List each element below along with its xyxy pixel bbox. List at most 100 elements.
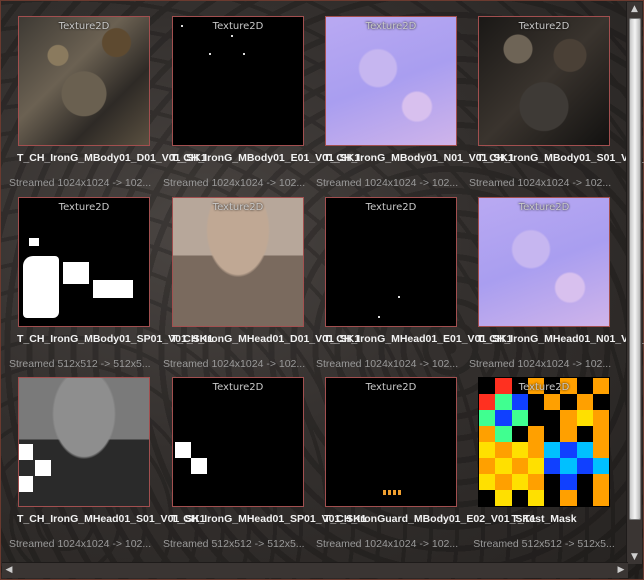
checker-cell — [592, 426, 609, 442]
asset-name: T_Test_Mask — [511, 513, 577, 525]
asset-type-label: Texture2D — [518, 202, 570, 213]
mask-shape — [23, 256, 59, 318]
checker-cell — [527, 426, 544, 442]
checker-cell — [495, 442, 512, 458]
checker-cell — [479, 442, 496, 458]
scrollbar-thumb[interactable] — [629, 18, 641, 520]
checker-cell — [576, 426, 593, 442]
emissive-spot — [209, 53, 211, 55]
checker-cell — [495, 410, 512, 426]
texture-thumbnail[interactable]: Texture2D — [325, 377, 457, 507]
checker-cell — [544, 458, 561, 474]
checker-cell — [592, 410, 609, 426]
checker-cell — [592, 490, 609, 506]
checker-cell — [544, 442, 561, 458]
vertical-scrollbar[interactable]: ▲ ▼ — [626, 2, 642, 564]
scroll-up-icon[interactable]: ▲ — [627, 2, 642, 16]
checker-cell — [495, 474, 512, 490]
checker-cell — [544, 490, 561, 506]
mask-shape — [93, 280, 133, 298]
mask-shape — [191, 458, 207, 474]
checker-cell — [527, 442, 544, 458]
checker-cell — [495, 426, 512, 442]
mask-shape — [29, 238, 39, 246]
asset-name: T_CH_IronG_MBody01_SP01_V01_SK1 — [17, 333, 214, 345]
checker-cell — [576, 458, 593, 474]
asset-type-label: Texture2D — [365, 382, 417, 393]
scroll-left-icon[interactable]: ◀ — [2, 563, 16, 578]
asset-tile[interactable]: Texture2D T_CH_IronG_MHead01_SP01_V01_SK… — [163, 376, 367, 554]
texture-thumbnail[interactable]: Texture2D — [325, 197, 457, 327]
emissive-spot — [231, 35, 233, 37]
asset-type-label: Texture2D — [365, 21, 417, 32]
asset-tile[interactable]: Texture2D T_CH_IronG_MBody01_SP01_V01_SK… — [9, 196, 214, 374]
texture-thumbnail[interactable]: Texture2D — [478, 16, 610, 146]
texture-thumbnail[interactable]: Texture2D — [478, 197, 610, 327]
content-browser: Texture2D T_CH_IronG_MBody01_D01_V01_SK1… — [0, 0, 644, 580]
asset-meta: Streamed 1024x1024 -> 102... — [163, 358, 306, 370]
mask-shape — [19, 444, 33, 460]
asset-tile[interactable]: Texture2D T_CH_IronGuard_MBody01_E02_V01… — [316, 376, 536, 554]
asset-type-label: Texture2D — [518, 382, 570, 393]
checker-cell — [560, 442, 577, 458]
checker-cell — [560, 458, 577, 474]
checker-cell — [511, 410, 528, 426]
asset-tile[interactable]: Texture2D T_CH_IronG_MHead01_D01_V01_SK1… — [163, 196, 360, 374]
checker-grid — [479, 378, 609, 506]
asset-tile[interactable]: Texture2D T_CH_IronG_MHead01_E01_V01_SK1… — [316, 196, 513, 374]
scroll-down-icon[interactable]: ▼ — [627, 550, 642, 564]
asset-tile[interactable]: Texture2D T_CH_IronG_MBody01_N01_V01_SK1… — [316, 15, 514, 193]
asset-meta: Streamed 512x512 -> 512x5... — [473, 538, 615, 550]
asset-tile[interactable]: T_CH_IronG_MHead01_S01_V01_SK1 Streamed … — [9, 376, 206, 554]
checker-cell — [479, 426, 496, 442]
checker-cell — [511, 490, 528, 506]
checker-cell — [544, 394, 561, 410]
asset-meta: Streamed 1024x1024 -> 102... — [163, 177, 306, 189]
checker-cell — [511, 394, 528, 410]
texture-thumbnail[interactable]: Texture2D — [18, 16, 150, 146]
asset-name: T_CH_IronG_MHead01_E01_V01_SK1 — [324, 333, 513, 345]
checker-cell — [592, 442, 609, 458]
checker-cell — [560, 426, 577, 442]
horizontal-scrollbar[interactable]: ◀ ▶ — [2, 562, 628, 578]
checker-cell — [576, 410, 593, 426]
asset-name: T_CH_IronG_MBody01_S01_V01_SK1 — [477, 152, 644, 164]
checker-cell — [527, 458, 544, 474]
asset-meta: Streamed 512x512 -> 512x5... — [163, 538, 305, 550]
checker-cell — [560, 474, 577, 490]
asset-name: T_CH_IronG_MBody01_N01_V01_SK1 — [324, 152, 514, 164]
checker-cell — [511, 458, 528, 474]
scroll-right-icon[interactable]: ▶ — [614, 563, 628, 578]
asset-tile[interactable]: Texture2D T_CH_IronG_MBody01_E01_V01_SK1… — [163, 15, 361, 193]
texture-thumbnail[interactable]: Texture2D — [172, 197, 304, 327]
asset-type-label: Texture2D — [58, 202, 110, 213]
checker-cell — [544, 410, 561, 426]
texture-thumbnail[interactable]: Texture2D — [172, 16, 304, 146]
checker-cell — [495, 490, 512, 506]
asset-tile[interactable]: Texture2D T_CH_IronG_MHead01_N01_V01_SK1… — [469, 196, 644, 374]
asset-tile[interactable]: Texture2D T_Test_Mask Streamed 512x512 -… — [473, 376, 627, 554]
texture-thumbnail[interactable]: Texture2D — [478, 377, 610, 507]
asset-type-label: Texture2D — [58, 21, 110, 32]
texture-thumbnail[interactable]: Texture2D — [172, 377, 304, 507]
asset-meta: Streamed 512x512 -> 512x5... — [9, 358, 151, 370]
texture-thumbnail[interactable] — [18, 377, 150, 507]
texture-thumbnail[interactable]: Texture2D — [325, 16, 457, 146]
mask-shape — [35, 460, 51, 476]
asset-tile[interactable]: Texture2D T_CH_IronG_MBody01_S01_V01_SK1… — [469, 15, 644, 193]
mask-shape — [175, 442, 191, 458]
asset-name: T_CH_IronG_MBody01_D01_V01_SK1 — [17, 152, 207, 164]
texture-thumbnail[interactable]: Texture2D — [18, 197, 150, 327]
asset-type-label: Texture2D — [365, 202, 417, 213]
asset-name: T_CH_IronG_MHead01_SP01_V01_SK1 — [171, 513, 367, 525]
asset-meta: Streamed 1024x1024 -> 102... — [316, 538, 459, 550]
checker-cell — [560, 394, 577, 410]
checker-cell — [592, 458, 609, 474]
checker-cell — [527, 490, 544, 506]
asset-meta: Streamed 1024x1024 -> 102... — [9, 177, 152, 189]
emissive-spot — [398, 296, 400, 298]
checker-cell — [527, 474, 544, 490]
asset-tile[interactable]: Texture2D T_CH_IronG_MBody01_D01_V01_SK1… — [9, 15, 207, 193]
asset-name: T_CH_IronG_MBody01_E01_V01_SK1 — [171, 152, 361, 164]
asset-name: T_CH_IronG_MHead01_N01_V01_SK1 — [477, 333, 644, 345]
